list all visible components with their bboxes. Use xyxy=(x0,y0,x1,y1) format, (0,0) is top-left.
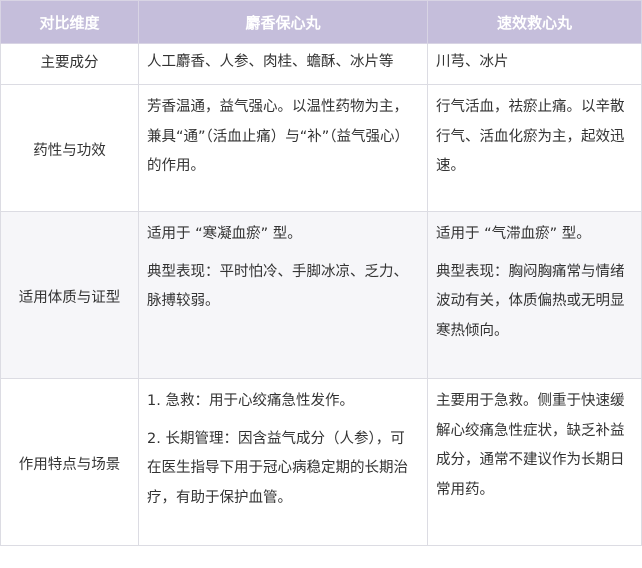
cell-text: 主要用于急救。侧重于快速缓解心绞痛急性症状，缺乏补益成分，通常不建议作为长期日常… xyxy=(436,393,625,498)
cell-text: 2. 长期管理：因含益气成分（人参），可在医生指导下用于冠心病稳定期的长期治疗，… xyxy=(147,430,408,506)
cell-suxiao-constitution: 适用于 “气滞血瘀” 型。 典型表现：胸闷胸痛常与情绪波动有关，体质偏热或无明显… xyxy=(427,211,642,379)
table-row: 主要成分 人工麝香、人参、肉桂、蟾酥、冰片等 川芎、冰片 xyxy=(0,43,642,85)
cell-shexiang-constitution: 适用于 “寒凝血瘀” 型。 典型表现：平时怕冷、手脚冰凉、乏力、脉搏较弱。 xyxy=(138,211,428,379)
row-label-ingredients: 主要成分 xyxy=(0,43,139,85)
cell-text: 芳香温通，益气强心。以温性药物为主，兼具“通”（活血止痛）与“补”（益气强心）的… xyxy=(147,99,410,174)
row-label-properties: 药性与功效 xyxy=(0,84,139,212)
cell-shexiang-properties: 芳香温通，益气强心。以温性药物为主，兼具“通”（活血止痛）与“补”（益气强心）的… xyxy=(138,84,428,212)
cell-text: 适用于 “气滞血瘀” 型。 xyxy=(436,226,591,242)
header-dimension: 对比维度 xyxy=(0,0,139,44)
cell-text: 1. 急救：用于心绞痛急性发作。 xyxy=(147,393,354,409)
header-suxiao-jiuxin-wan: 速效救心丸 xyxy=(427,0,642,44)
table-header-row: 对比维度 麝香保心丸 速效救心丸 xyxy=(0,0,642,44)
cell-text: 行气活血，祛瘀止痛。以辛散行气、活血化瘀为主，起效迅速。 xyxy=(436,99,625,174)
comparison-table: 对比维度 麝香保心丸 速效救心丸 主要成分 人工麝香、人参、肉桂、蟾酥、冰片等 … xyxy=(0,0,642,546)
cell-text: 适用于 “寒凝血瘀” 型。 xyxy=(147,226,302,242)
cell-text: 典型表现：平时怕冷、手脚冰凉、乏力、脉搏较弱。 xyxy=(147,263,408,310)
cell-text: 人工麝香、人参、肉桂、蟾酥、冰片等 xyxy=(147,54,394,70)
cell-shexiang-ingredients: 人工麝香、人参、肉桂、蟾酥、冰片等 xyxy=(138,43,428,85)
cell-suxiao-properties: 行气活血，祛瘀止痛。以辛散行气、活血化瘀为主，起效迅速。 xyxy=(427,84,642,212)
cell-text: 典型表现：胸闷胸痛常与情绪波动有关，体质偏热或无明显寒热倾向。 xyxy=(436,263,625,339)
row-label-usage: 作用特点与场景 xyxy=(0,378,139,546)
row-label-constitution: 适用体质与证型 xyxy=(0,211,139,379)
table-row: 作用特点与场景 1. 急救：用于心绞痛急性发作。 2. 长期管理：因含益气成分（… xyxy=(0,378,642,546)
cell-shexiang-usage: 1. 急救：用于心绞痛急性发作。 2. 长期管理：因含益气成分（人参），可在医生… xyxy=(138,378,428,546)
cell-text: 川芎、冰片 xyxy=(436,54,509,70)
cell-suxiao-ingredients: 川芎、冰片 xyxy=(427,43,642,85)
cell-suxiao-usage: 主要用于急救。侧重于快速缓解心绞痛急性症状，缺乏补益成分，通常不建议作为长期日常… xyxy=(427,378,642,546)
table-row: 适用体质与证型 适用于 “寒凝血瘀” 型。 典型表现：平时怕冷、手脚冰凉、乏力、… xyxy=(0,211,642,379)
header-shexiang-baoxin-wan: 麝香保心丸 xyxy=(138,0,428,44)
table-row: 药性与功效 芳香温通，益气强心。以温性药物为主，兼具“通”（活血止痛）与“补”（… xyxy=(0,84,642,212)
